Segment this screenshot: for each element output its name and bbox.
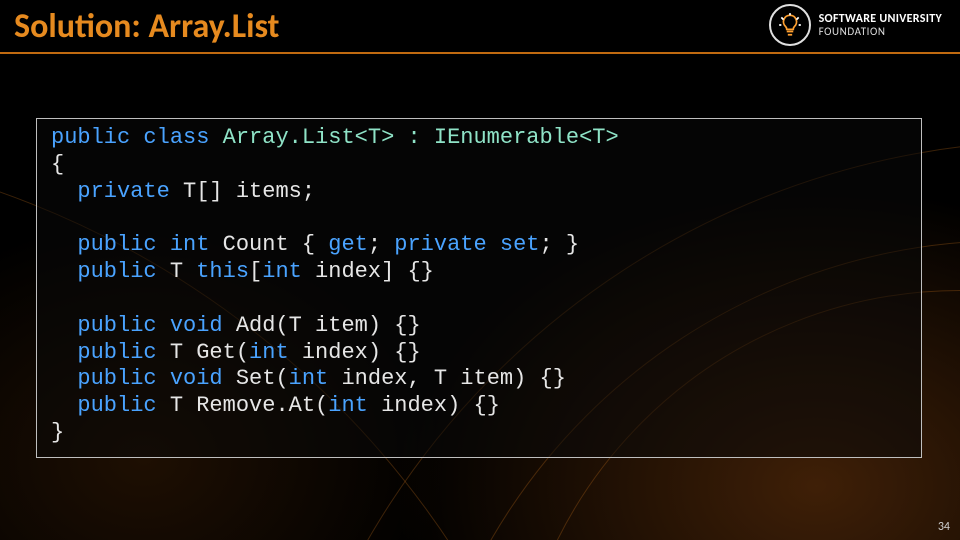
page-number: 34 xyxy=(938,520,950,534)
slide-title: Solution: Array.List xyxy=(14,6,279,47)
lightbulb-icon xyxy=(769,4,811,46)
title-underline xyxy=(0,52,960,54)
logo-text-line1: SOFTWARE UNIVERSITY xyxy=(819,13,942,26)
logo-text-line2: FOUNDATION xyxy=(819,26,942,38)
brand-logo: SOFTWARE UNIVERSITY FOUNDATION xyxy=(769,4,942,46)
code-content: public class Array.List<T> : IEnumerable… xyxy=(51,125,907,447)
code-block: public class Array.List<T> : IEnumerable… xyxy=(36,118,922,458)
